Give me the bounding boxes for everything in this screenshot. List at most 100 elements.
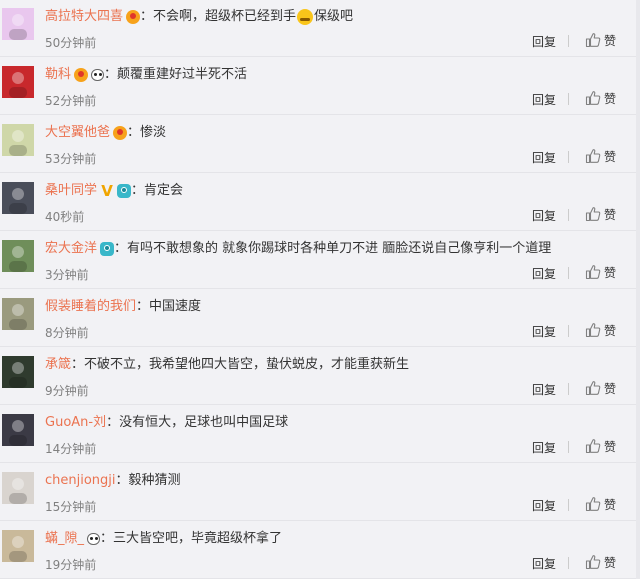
avatar[interactable] <box>2 356 34 388</box>
reply-button[interactable]: 回复 <box>532 207 556 224</box>
avatar[interactable] <box>2 298 34 330</box>
comment-time: 52分钟前 <box>45 94 97 108</box>
colon-separator: ： <box>106 415 120 430</box>
reply-button[interactable]: 回复 <box>532 439 556 456</box>
like-button[interactable]: 赞 <box>582 553 616 571</box>
like-button[interactable]: 赞 <box>582 437 616 455</box>
reply-button[interactable]: 回复 <box>532 323 556 340</box>
like-label: 赞 <box>604 497 617 512</box>
fire-badge <box>126 10 141 24</box>
comment-row: chenjiongji：毅种猜测 15分钟前 回复 赞 <box>0 464 636 521</box>
like-label: 赞 <box>604 91 617 106</box>
fire-badge <box>113 126 128 140</box>
comment-time: 14分钟前 <box>45 442 97 456</box>
username-link[interactable]: 大空翼他爸 <box>45 124 110 142</box>
reply-button[interactable]: 回复 <box>532 265 556 282</box>
camera-badge <box>100 242 115 256</box>
action-divider <box>568 267 569 279</box>
reply-button[interactable]: 回复 <box>532 555 556 572</box>
like-button[interactable]: 赞 <box>582 263 616 281</box>
colon-separator: ： <box>136 299 150 314</box>
username-link[interactable]: 宏大金洋 <box>45 240 97 258</box>
comment-line: chenjiongji：毅种猜测 <box>45 472 181 490</box>
action-divider <box>568 499 569 511</box>
like-button[interactable]: 赞 <box>582 205 616 223</box>
comment-text: 不会啊，超级杯已经到手 <box>153 9 297 24</box>
avatar[interactable] <box>2 124 34 156</box>
comment-row: 桑叶同学 V ：肯定会 40秒前 回复 赞 <box>0 174 636 231</box>
comment-row: GuoAn-刘：没有恒大，足球也叫中国足球 14分钟前 回复 赞 <box>0 406 636 463</box>
avatar[interactable] <box>2 8 34 40</box>
comment-row: 高拉特大四喜 ：不会啊，超级杯已经到手 保级吧 50分钟前 回复 赞 <box>0 0 636 57</box>
reply-button[interactable]: 回复 <box>532 149 556 166</box>
avatar[interactable] <box>2 530 34 562</box>
thumbs-up-icon <box>585 264 601 280</box>
action-divider <box>568 209 569 221</box>
thumbs-up-icon <box>585 148 601 164</box>
comment-time: 9分钟前 <box>45 384 89 398</box>
comment-time: 8分钟前 <box>45 326 89 340</box>
comment-row: 假装睡着的我们：中国速度 8分钟前 回复 赞 <box>0 290 636 347</box>
colon-separator: ： <box>114 241 128 256</box>
like-button[interactable]: 赞 <box>582 321 616 339</box>
comment-text: 颠覆重建好过半死不活 <box>117 67 248 82</box>
username-link[interactable]: GuoAn-刘 <box>45 414 106 432</box>
reply-button[interactable]: 回复 <box>532 91 556 108</box>
username-link[interactable]: 高拉特大四喜 <box>45 8 123 26</box>
comment-row: 宏大金洋 ：有吗不敢想象的 就象你踢球时各种单刀不进 腼脸还说自己像亨利一个道理 3… <box>0 232 636 289</box>
colon-separator: ： <box>115 473 129 488</box>
colon-separator: ： <box>131 183 145 198</box>
avatar[interactable] <box>2 182 34 214</box>
comment-line: 桑叶同学 V ：肯定会 <box>45 182 183 200</box>
comment-text: 不破不立，我希望他四大皆空，蛰伏蜕皮，才能重获新生 <box>84 357 410 372</box>
reply-button[interactable]: 回复 <box>532 33 556 50</box>
comment-time: 40秒前 <box>45 210 85 224</box>
like-button[interactable]: 赞 <box>582 495 616 513</box>
comment-row: 承箴：不破不立，我希望他四大皆空，蛰伏蜕皮，才能重获新生 9分钟前 回复 赞 <box>0 348 636 405</box>
avatar[interactable] <box>2 414 34 446</box>
comment-time: 19分钟前 <box>45 558 97 572</box>
username-link[interactable]: 假装睡着的我们 <box>45 298 136 316</box>
avatar[interactable] <box>2 240 34 272</box>
thumbs-up-icon <box>585 32 601 48</box>
comment-text-continued: 保级吧 <box>314 9 354 24</box>
username-link[interactable]: 勒科 <box>45 66 71 84</box>
colon-separator: ： <box>100 531 114 546</box>
action-divider <box>568 325 569 337</box>
camera-badge <box>117 184 132 198</box>
reply-button[interactable]: 回复 <box>532 497 556 514</box>
username-link[interactable]: chenjiongji <box>45 472 116 490</box>
colon-separator: ： <box>140 9 154 24</box>
comment-line: 宏大金洋 ：有吗不敢想象的 就象你踢球时各种单刀不进 腼脸还说自己像亨利一个道理 <box>45 240 551 258</box>
comment-text: 惨淡 <box>140 125 167 140</box>
username-link[interactable]: 桑叶同学 <box>45 182 97 200</box>
colon-separator: ： <box>127 125 141 140</box>
comment-text: 肯定会 <box>144 183 184 198</box>
like-button[interactable]: 赞 <box>582 147 616 165</box>
username-link[interactable]: 承箴 <box>45 356 71 374</box>
comment-text: 三大皆空吧，毕竟超级杯拿了 <box>113 531 283 546</box>
colon-separator: ： <box>71 357 85 372</box>
laughing-tears-emoji <box>297 9 314 25</box>
comment-line: 高拉特大四喜 ：不会啊，超级杯已经到手 保级吧 <box>45 8 353 26</box>
username-link[interactable]: 蟎_隙_ <box>45 530 84 548</box>
like-button[interactable]: 赞 <box>582 379 616 397</box>
scrollbar[interactable] <box>636 0 640 579</box>
action-divider <box>568 441 569 453</box>
comment-line: 大空翼他爸 ：惨淡 <box>45 124 166 142</box>
fire-badge <box>74 68 89 82</box>
like-button[interactable]: 赞 <box>582 89 616 107</box>
action-divider <box>568 93 569 105</box>
like-button[interactable]: 赞 <box>582 31 616 49</box>
action-divider <box>568 151 569 163</box>
thumbs-up-icon <box>585 438 601 454</box>
comment-text: 有吗不敢想象的 就象你踢球时各种单刀不进 腼脸还说自己像亨利一个道理 <box>127 241 552 256</box>
comment-row: 大空翼他爸 ：惨淡 53分钟前 回复 赞 <box>0 116 636 173</box>
avatar[interactable] <box>2 66 34 98</box>
avatar[interactable] <box>2 472 34 504</box>
action-divider <box>568 383 569 395</box>
comment-row: 蟎_隙_ ：三大皆空吧，毕竟超级杯拿了 19分钟前 回复 赞 <box>0 522 636 579</box>
colon-separator: ： <box>104 67 118 82</box>
reply-button[interactable]: 回复 <box>532 381 556 398</box>
like-label: 赞 <box>604 33 617 48</box>
